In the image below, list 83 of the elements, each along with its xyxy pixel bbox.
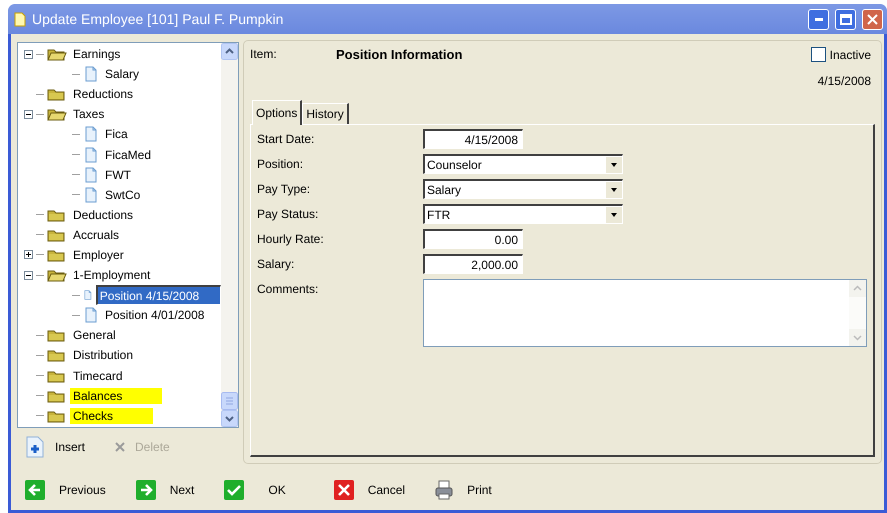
next-button[interactable]: Next — [136, 480, 194, 500]
tree-item[interactable]: FWT — [102, 166, 134, 183]
tree-item[interactable]: Earnings — [70, 46, 124, 62]
dropdown[interactable]: Salary — [423, 179, 623, 199]
text-field[interactable]: 2,000.00 — [423, 254, 523, 274]
close-icon — [867, 14, 878, 24]
tree-item[interactable]: Fica — [102, 126, 131, 142]
tree-item[interactable]: Salary — [102, 66, 142, 82]
tab[interactable]: History — [302, 103, 349, 124]
checkbox[interactable] — [810, 47, 826, 62]
previous-button[interactable]: Previous — [25, 480, 106, 500]
text-field[interactable]: 0.00 — [423, 229, 523, 249]
scrollbar[interactable] — [221, 43, 238, 427]
printer-icon — [435, 480, 454, 500]
document-icon — [14, 12, 26, 26]
folder-icon — [47, 87, 67, 102]
cancel-button[interactable]: Cancel — [334, 480, 406, 500]
item-label: Item: — [250, 47, 278, 63]
date-text: 4/15/2008 — [818, 74, 871, 88]
field-label: Position: — [257, 156, 304, 171]
tree-item[interactable]: Checks — [70, 408, 154, 424]
tree-item[interactable]: SwtCo — [102, 186, 144, 203]
folder-icon — [47, 348, 67, 362]
close-button[interactable] — [862, 8, 883, 30]
item-value: Position Information — [336, 47, 464, 64]
document-icon — [83, 307, 99, 324]
document-icon — [83, 146, 99, 163]
tree-item[interactable]: Position 4/15/2008 — [96, 285, 221, 306]
document-icon — [83, 166, 99, 183]
folder-icon — [47, 328, 67, 342]
close-icon — [115, 442, 126, 452]
folder-icon — [47, 208, 67, 222]
folder-icon — [47, 408, 67, 423]
tree-item[interactable]: Taxes — [70, 106, 108, 122]
dropdown[interactable]: FTR — [423, 204, 623, 224]
minimize-icon — [814, 18, 822, 20]
field-label: Comments: — [257, 281, 320, 296]
document-icon — [83, 66, 99, 82]
ok-button[interactable]: OK — [224, 480, 286, 500]
folder-icon — [47, 248, 67, 262]
close-icon — [334, 480, 354, 500]
field-label: Start Date: — [257, 131, 316, 146]
maximize-icon — [840, 14, 852, 24]
checkmark-icon — [224, 480, 244, 500]
collapse-icon[interactable] — [24, 270, 33, 280]
field-label: Pay Type: — [257, 181, 312, 196]
document-icon — [83, 126, 99, 142]
expand-icon[interactable] — [24, 250, 33, 260]
tree-item[interactable]: General — [70, 327, 119, 344]
tree-item[interactable]: Accruals — [70, 226, 122, 243]
scroll-down-icon[interactable] — [221, 410, 238, 427]
scroll-up-icon[interactable] — [221, 43, 238, 60]
tree-item[interactable]: 1-Employment — [70, 267, 154, 284]
folder-icon — [47, 47, 67, 62]
tree-item[interactable]: Employer — [70, 246, 127, 263]
minimize-button[interactable] — [808, 8, 829, 30]
tree-item[interactable]: Timecard — [70, 368, 126, 384]
collapse-icon[interactable] — [24, 50, 33, 59]
field-label: Salary: — [257, 256, 296, 271]
folder-icon — [47, 268, 67, 282]
text-field[interactable]: 4/15/2008 — [423, 129, 523, 149]
tree-item[interactable]: Balances — [70, 388, 162, 404]
tree-item[interactable]: Deductions — [70, 206, 136, 223]
insert-button[interactable]: Insert — [25, 436, 86, 458]
folder-icon — [47, 388, 67, 403]
print-button[interactable]: Print — [435, 480, 492, 500]
tree-item[interactable]: Position 4/01/2008 — [102, 307, 208, 324]
folder-icon — [47, 107, 67, 122]
tree-item[interactable]: FicaMed — [102, 146, 154, 163]
window-title: Update Employee [101] Paul F. Pumpkin — [32, 11, 284, 27]
document-icon — [83, 186, 99, 203]
field-label: Hourly Rate: — [257, 231, 325, 246]
maximize-button[interactable] — [835, 8, 856, 30]
scroll-thumb[interactable] — [221, 392, 238, 410]
tree-item[interactable]: Distribution — [70, 347, 136, 364]
field-label: Pay Status: — [257, 206, 320, 221]
folder-icon — [47, 228, 67, 242]
tree-item[interactable]: Reductions — [70, 86, 136, 102]
collapse-icon[interactable] — [24, 110, 33, 119]
folder-icon — [47, 368, 67, 383]
dropdown[interactable]: Counselor — [423, 154, 623, 174]
new-document-icon — [25, 436, 45, 458]
tab[interactable]: Options — [252, 100, 302, 125]
